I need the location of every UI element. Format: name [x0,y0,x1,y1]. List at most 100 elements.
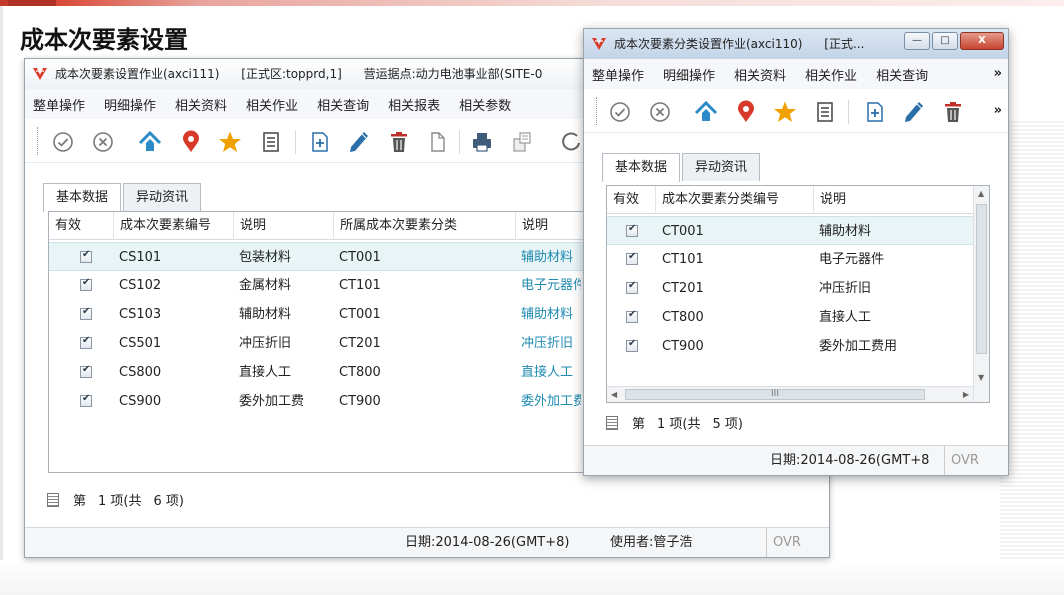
scroll-up-icon[interactable]: ▲ [978,189,984,198]
description-cell: 委外加工费 [239,394,305,409]
tab-basic-data[interactable]: 基本数据 [602,153,681,182]
category-description-link[interactable]: 辅助材料 [521,300,581,329]
valid-checkbox[interactable] [626,280,638,294]
print-icon[interactable] [470,130,494,154]
delete-trash-icon[interactable] [941,100,965,124]
valid-checkbox[interactable] [626,223,638,237]
delete-trash-icon[interactable] [387,130,411,154]
toolbar-grip[interactable] [37,127,39,155]
close-button[interactable]: X [960,32,1004,50]
toolbar-overflow-button[interactable]: » [994,96,1002,126]
horizontal-scrollbar[interactable]: ◀ III ▶ [607,386,973,402]
category-description-link[interactable]: 冲压折旧 [521,329,581,358]
favorite-star-icon[interactable] [218,130,242,154]
description-cell: 辅助材料 [239,307,292,322]
list-icon[interactable] [259,130,283,154]
menu-item-related-jobs[interactable]: 相关作业 [805,65,857,84]
table-row[interactable]: CT201 冲压折旧 [607,274,973,303]
minimize-button[interactable]: — [904,32,930,50]
main-tabs: 基本数据 异动资讯 [43,183,203,212]
export-icon[interactable] [510,130,534,154]
category-statusbar: 日期:2014-08-26(GMT+8 OVR [584,445,1008,475]
refresh-icon[interactable] [559,130,583,154]
category-pager: 第 1 项(共 5 项) [606,413,755,432]
menu-item-document-ops[interactable]: 整单操作 [33,95,85,114]
app-logo-icon [33,68,47,80]
valid-checkbox[interactable] [80,393,92,407]
category-description-link[interactable]: 电子元器件 [521,271,581,300]
tab-change-log[interactable]: 异动资讯 [682,153,761,181]
menu-item-related-reports[interactable]: 相关报表 [388,95,440,114]
menu-item-related-data[interactable]: 相关资料 [175,95,227,114]
toolbar-grip[interactable] [596,97,598,125]
scroll-down-icon[interactable]: ▼ [978,373,984,382]
table-row[interactable]: CT001 辅助材料 [607,216,973,245]
column-header-valid[interactable]: 有效 [49,212,119,240]
scroll-thumb-horizontal[interactable]: III [625,389,925,400]
menu-overflow-button[interactable]: » [994,59,1002,89]
table-row[interactable]: CT900 委外加工费用 [607,332,973,361]
toolbar-separator [848,100,849,124]
edit-pencil-icon[interactable] [347,130,371,154]
scroll-right-icon[interactable]: ▶ [963,390,969,399]
home-icon[interactable] [138,130,162,154]
scroll-left-icon[interactable]: ◀ [611,390,617,399]
category-toolbar: » [584,89,1008,133]
description-cell: 电子元器件 [819,252,885,267]
valid-checkbox[interactable] [80,277,92,291]
list-icon[interactable] [813,100,837,124]
cancel-icon[interactable] [648,100,672,124]
tab-change-log[interactable]: 异动资讯 [123,183,202,211]
column-header-element-code[interactable]: 成本次要素编号 [113,212,233,240]
menu-item-related-jobs[interactable]: 相关作业 [246,95,298,114]
scroll-thumb[interactable] [976,204,987,354]
category-code-cell: CT001 [339,250,381,265]
add-icon[interactable] [863,100,887,124]
table-row[interactable]: CT101 电子元器件 [607,245,973,274]
valid-checkbox[interactable] [80,364,92,378]
maximize-button[interactable]: □ [932,32,958,50]
menu-item-detail-ops[interactable]: 明细操作 [104,95,156,114]
menu-item-related-data[interactable]: 相关资料 [734,65,786,84]
valid-checkbox[interactable] [626,338,638,352]
edit-pencil-icon[interactable] [902,100,926,124]
tab-basic-data[interactable]: 基本数据 [43,183,122,212]
cancel-icon[interactable] [91,130,115,154]
copy-icon[interactable] [425,130,449,154]
menu-item-document-ops[interactable]: 整单操作 [592,65,644,84]
column-header-valid[interactable]: 有效 [607,186,657,214]
app-logo-icon [592,38,606,50]
category-description-link[interactable]: 直接人工 [521,358,581,387]
vertical-scrollbar[interactable]: ▲ ▼ [973,186,989,402]
element-code-cell: CS501 [119,336,162,351]
valid-checkbox[interactable] [80,335,92,349]
confirm-icon[interactable] [51,130,75,154]
menu-item-related-query[interactable]: 相关查询 [876,65,928,84]
table-row[interactable]: CT800 直接人工 [607,303,973,332]
category-window-titlebar[interactable]: 成本次要素分类设置作业(axci110) [正式... — □ X [584,29,1008,59]
menu-item-related-params[interactable]: 相关参数 [459,95,511,114]
category-description-link[interactable]: 委外加工费 [521,387,581,416]
description-cell: 直接人工 [819,310,872,325]
location-pin-icon[interactable] [179,130,203,154]
valid-checkbox[interactable] [626,251,638,265]
confirm-icon[interactable] [608,100,632,124]
column-header-description[interactable]: 说明 [233,212,333,240]
valid-checkbox[interactable] [626,309,638,323]
valid-checkbox[interactable] [80,249,92,263]
location-pin-icon[interactable] [734,100,758,124]
header-stripe [0,0,1064,6]
column-header-category-code[interactable]: 成本次要素分类编号 [655,186,815,214]
category-description-link[interactable]: 辅助材料 [521,243,581,272]
add-icon[interactable] [308,130,332,154]
menu-item-detail-ops[interactable]: 明细操作 [663,65,715,84]
favorite-star-icon[interactable] [773,100,797,124]
column-header-description[interactable]: 说明 [813,186,973,214]
menu-item-related-query[interactable]: 相关查询 [317,95,369,114]
home-icon[interactable] [694,100,718,124]
window-controls: — □ X [902,32,1004,50]
description-cell: 辅助材料 [819,224,872,239]
category-code-cell: CT101 [339,278,381,293]
column-header-category[interactable]: 所属成本次要素分类 [333,212,517,240]
valid-checkbox[interactable] [80,306,92,320]
